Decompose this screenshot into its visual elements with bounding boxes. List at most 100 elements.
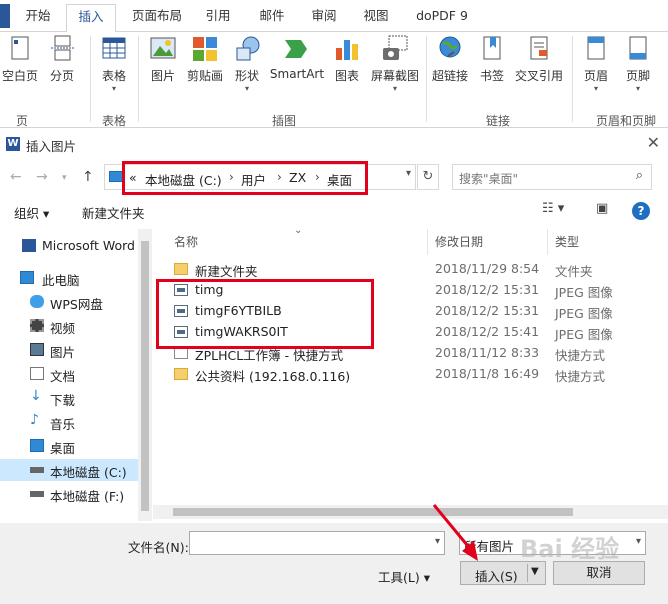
up-arrow-icon[interactable]: ↑: [82, 169, 94, 185]
table-button[interactable]: 表格 ▾: [96, 34, 132, 94]
tab-home[interactable]: 开始: [14, 4, 62, 32]
group-label-tables: 表格: [101, 114, 126, 128]
tab-view[interactable]: 视图: [354, 4, 398, 32]
ribbon-body: 空白页 分页 页 表格 ▾ 表格 图片 剪贴画 形状 ▾ SmartArt 图表…: [0, 32, 668, 128]
footer-button[interactable]: 页脚 ▾: [620, 34, 656, 94]
forward-arrow-icon[interactable]: →: [36, 169, 48, 185]
nav-item-label: 下载: [50, 393, 76, 408]
refresh-button[interactable]: ↻: [417, 164, 439, 190]
file-date: 2018/11/8 16:49: [435, 366, 540, 381]
blank-page-button[interactable]: 空白页: [0, 34, 40, 84]
bookmark-button[interactable]: 书签: [476, 34, 508, 84]
group-label-pages: 页: [15, 114, 28, 128]
nav-item-this-pc[interactable]: 此电脑: [0, 267, 150, 289]
search-input[interactable]: 搜索"桌面" ⌕: [452, 164, 652, 190]
screenshot-icon: [381, 34, 409, 64]
bookmark-icon: [478, 34, 506, 64]
screenshot-button[interactable]: 屏幕截图 ▾: [368, 34, 422, 94]
column-separator[interactable]: [547, 229, 548, 255]
nav-item-pictures[interactable]: 图片: [0, 339, 150, 361]
picture-icon: [149, 34, 177, 64]
cancel-button[interactable]: 取消: [553, 561, 645, 585]
nav-item-label: 音乐: [50, 417, 76, 432]
annotation-box-files: [156, 279, 374, 349]
file-row[interactable]: 公共资料 (192.168.0.116) 2018/11/8 16:49 快捷方…: [168, 364, 668, 385]
preview-pane-icon[interactable]: ▣: [596, 201, 608, 216]
horizontal-scrollbar-thumb[interactable]: [173, 508, 573, 516]
ribbon-tab-bar: 开始 插入 页面布局 引用 邮件 审阅 视图 doPDF 9: [0, 0, 668, 33]
chart-button[interactable]: 图表: [330, 34, 364, 84]
desktop-icon: [30, 439, 44, 452]
tab-mailings[interactable]: 邮件: [250, 4, 294, 32]
clipart-button[interactable]: 剪贴画: [184, 34, 226, 84]
chevron-down-icon[interactable]: ▾: [636, 536, 641, 547]
file-type: JPEG 图像: [555, 306, 613, 321]
file-tab[interactable]: [0, 4, 10, 28]
tab-references[interactable]: 引用: [196, 4, 240, 32]
nav-item-microsoft-word[interactable]: Microsoft Word: [0, 235, 150, 257]
nav-item-downloads[interactable]: ↓ 下载: [0, 387, 150, 409]
nav-item-documents[interactable]: 文档: [0, 363, 150, 385]
nav-item-drive-c[interactable]: 本地磁盘 (C:): [0, 459, 150, 481]
nav-item-label: 桌面: [50, 441, 76, 456]
word-icon: [22, 239, 36, 252]
back-arrow-icon[interactable]: ←: [10, 169, 22, 185]
nav-item-desktop[interactable]: 桌面: [0, 435, 150, 457]
file-row[interactable]: 新建文件夹 2018/11/29 8:54 文件夹: [168, 259, 668, 280]
dialog-title-bar: W 插入图片 ✕: [0, 129, 668, 159]
column-header-type[interactable]: 类型: [555, 233, 579, 250]
nav-item-label: 本地磁盘 (F:): [50, 489, 125, 504]
cross-reference-button[interactable]: 交叉引用: [512, 34, 566, 84]
organize-button[interactable]: 组织 ▾: [14, 203, 49, 222]
new-folder-button[interactable]: 新建文件夹: [82, 203, 145, 222]
computer-icon: [20, 271, 34, 284]
tab-review[interactable]: 审阅: [302, 4, 346, 32]
nav-scrollbar-thumb[interactable]: [141, 241, 149, 511]
horizontal-scrollbar[interactable]: [153, 505, 668, 519]
tab-page-layout[interactable]: 页面布局: [122, 4, 192, 32]
nav-item-wps-cloud[interactable]: WPS网盘: [0, 291, 150, 313]
video-icon: [30, 319, 44, 332]
table-icon: [100, 34, 128, 64]
file-type: JPEG 图像: [555, 327, 613, 342]
chevron-down-icon: ▾: [244, 84, 249, 93]
view-options-icon[interactable]: ☷ ▾: [542, 201, 564, 216]
chevron-down-icon: ▾: [111, 84, 116, 93]
header-button[interactable]: 页眉 ▾: [578, 34, 614, 94]
chevron-down-icon[interactable]: ▾: [406, 168, 411, 179]
filename-input[interactable]: ▾: [189, 531, 445, 555]
word-icon: W: [6, 137, 20, 151]
nav-item-videos[interactable]: 视频: [0, 315, 150, 337]
column-separator[interactable]: [427, 229, 428, 255]
shapes-button[interactable]: 形状 ▾: [230, 34, 264, 94]
recent-locations-chevron-icon[interactable]: ▾: [62, 173, 67, 183]
annotation-box-address: [122, 161, 368, 195]
close-icon[interactable]: ✕: [647, 133, 660, 152]
dialog-title: 插入图片: [26, 139, 77, 154]
nav-item-music[interactable]: ♪ 音乐: [0, 411, 150, 433]
help-icon[interactable]: ?: [632, 202, 650, 220]
column-header-name[interactable]: 名称: [174, 233, 198, 250]
download-icon: ↓: [30, 388, 42, 404]
chevron-down-icon[interactable]: ▼: [531, 566, 539, 577]
picture-button[interactable]: 图片: [146, 34, 180, 84]
hyperlink-button[interactable]: 超链接: [430, 34, 470, 84]
file-name: 公共资料 (192.168.0.116): [195, 369, 351, 384]
group-label-illustrations: 插图: [271, 114, 296, 128]
tab-dopdf[interactable]: doPDF 9: [406, 4, 478, 32]
tools-button[interactable]: 工具(L) ▾: [378, 567, 430, 586]
nav-item-drive-f[interactable]: 本地磁盘 (F:): [0, 483, 150, 505]
page-break-button[interactable]: 分页: [44, 34, 80, 84]
shortcut-icon: [174, 368, 188, 380]
navigation-pane: Microsoft Word 此电脑 WPS网盘 视频 图片 文档 ↓ 下载 ♪: [0, 229, 150, 521]
drive-icon: [30, 467, 44, 473]
nav-item-label: 文档: [50, 369, 76, 384]
smartart-button[interactable]: SmartArt: [268, 34, 326, 81]
column-header-date[interactable]: 修改日期: [435, 233, 483, 250]
folder-icon: [174, 263, 188, 275]
search-icon: ⌕: [635, 168, 643, 183]
blank-page-icon: [6, 34, 34, 64]
tab-insert[interactable]: 插入: [66, 4, 116, 33]
nav-item-label: Microsoft Word: [42, 238, 135, 253]
header-icon: [582, 34, 610, 64]
